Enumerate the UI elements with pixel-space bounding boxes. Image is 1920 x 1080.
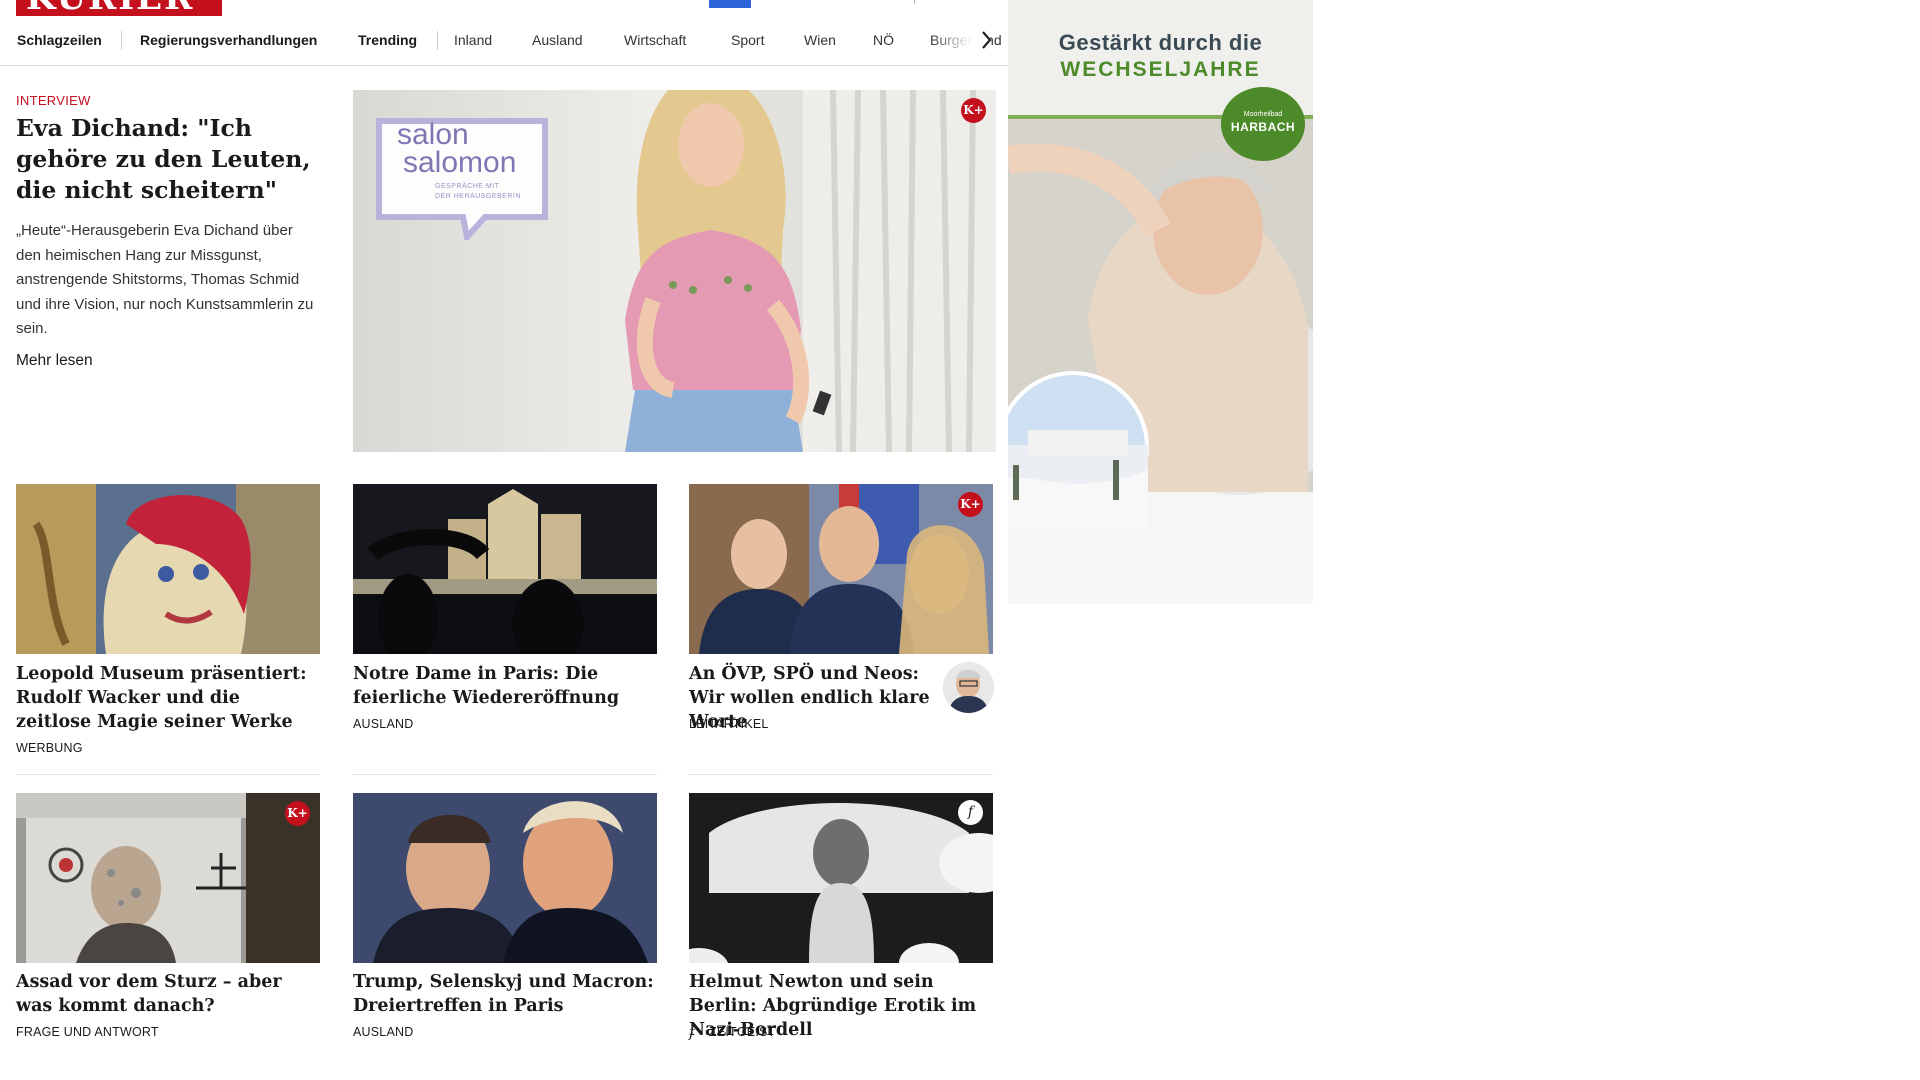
author-avatar[interactable] xyxy=(943,662,994,713)
leaders-photo xyxy=(353,793,657,963)
card-category-ausland: AUSLAND xyxy=(353,1025,414,1039)
card-image-newton[interactable]: f xyxy=(689,793,993,963)
nav-item-noe[interactable]: NÖ xyxy=(873,16,894,65)
nav-separator xyxy=(121,31,122,50)
hero-description: „Heute“-Herausgeberin Eva Dichand über d… xyxy=(16,222,314,337)
card-title-leopold[interactable]: Leopold Museum präsentiert: Ru­dolf Wack… xyxy=(16,662,320,734)
nav-item-trending[interactable]: Trending xyxy=(358,16,417,65)
notre-dame-photo xyxy=(353,484,657,654)
card-image-oevp[interactable]: K+ xyxy=(689,484,993,654)
card-image-trump-macron[interactable] xyxy=(353,793,657,963)
card-category-frage-antwort: FRAGE UND ANTWORT xyxy=(16,1025,159,1039)
bw-photo xyxy=(689,793,993,963)
top-divider xyxy=(914,0,915,4)
nav-item-ausland[interactable]: Ausland xyxy=(532,16,583,65)
logo-text: KURIER xyxy=(26,0,194,16)
card-image-notre-dame[interactable] xyxy=(353,484,657,654)
nav-item-schlagzeilen[interactable]: Schlagzeilen xyxy=(17,16,102,65)
nav-item-sport[interactable]: Sport xyxy=(731,16,764,65)
ad-banner[interactable]: Gestärkt durch die WECHSELJAHRE Moorheil… xyxy=(1008,0,1313,604)
row-divider xyxy=(16,774,320,775)
hero-title[interactable]: Eva Dichand: "Ich gehöre zu den Leuten, … xyxy=(16,113,316,206)
read-more-link[interactable]: Mehr lesen xyxy=(16,352,93,370)
logo-sub2: DER HERAUSGEBERIN xyxy=(435,193,521,200)
logo-line1: salon xyxy=(397,118,469,151)
nav-item-wien[interactable]: Wien xyxy=(804,16,836,65)
salon-salomon-logo: salon salomon GESPRÄCHE MIT DER HERAUSGE… xyxy=(375,115,553,240)
card-image-leopold[interactable] xyxy=(16,484,320,654)
logo-line2: salomon xyxy=(403,146,517,179)
hero-image[interactable]: salon salomon GESPRÄCHE MIT DER HERAUSGE… xyxy=(353,90,996,452)
hero-kicker: INTERVIEW xyxy=(16,93,91,108)
chevron-right-icon xyxy=(982,31,992,49)
card-category-werbung: WERBUNG xyxy=(16,741,83,755)
logo-sub1: GESPRÄCHE MIT xyxy=(435,183,500,190)
top-accent-bar xyxy=(709,0,751,8)
card-image-assad[interactable]: K+ xyxy=(16,793,320,963)
zeitgeist-icon: f xyxy=(958,800,983,825)
card-title-assad[interactable]: Assad vor dem Sturz – aber was kommt dan… xyxy=(16,970,320,1018)
harbach-logo: Moorheilbad HARBACH xyxy=(1221,87,1305,161)
harbach-logo-name: HARBACH xyxy=(1230,120,1296,134)
kplus-premium-icon: K+ xyxy=(958,492,983,517)
kplus-premium-icon: K+ xyxy=(285,801,310,826)
ad-headline: Gestärkt durch die xyxy=(1058,30,1263,55)
politicians-photo xyxy=(689,484,993,654)
row-divider xyxy=(689,774,993,775)
card-category-leitartikel: LEITARTIKEL xyxy=(689,717,769,731)
card-title-notre-dame[interactable]: Notre Dame in Paris: Die feierliche Wied… xyxy=(353,662,657,710)
kplus-premium-icon: K+ xyxy=(961,98,986,123)
nav-separator xyxy=(437,31,438,50)
nav-next-button[interactable] xyxy=(974,26,1000,54)
zeitgeist-small-icon: f xyxy=(689,1023,695,1041)
category-nav: Schlagzeilen Regierungsverhandlungen Tre… xyxy=(0,16,1008,66)
card-category-zeitgeist: ZEITGEIST xyxy=(709,1025,776,1039)
row-divider xyxy=(353,774,657,775)
harbach-logo-small: Moorheilbad xyxy=(1243,111,1283,118)
painting-photo xyxy=(16,484,320,654)
nav-item-regierungsverhandlungen[interactable]: Regierungsverhandlungen xyxy=(140,16,317,65)
card-title-trump-macron[interactable]: Trump, Selenskyj und Macron: Dreiertreff… xyxy=(353,970,657,1018)
author-photo xyxy=(943,662,994,713)
ad-subheadline: WECHSELJAHRE xyxy=(1060,58,1261,81)
nav-item-wirtschaft[interactable]: Wirtschaft xyxy=(624,16,686,65)
damaged-poster-photo xyxy=(16,793,320,963)
nav-item-inland[interactable]: Inland xyxy=(454,16,492,65)
card-category-ausland: AUSLAND xyxy=(353,717,414,731)
kurier-logo[interactable]: KURIER xyxy=(16,0,222,16)
